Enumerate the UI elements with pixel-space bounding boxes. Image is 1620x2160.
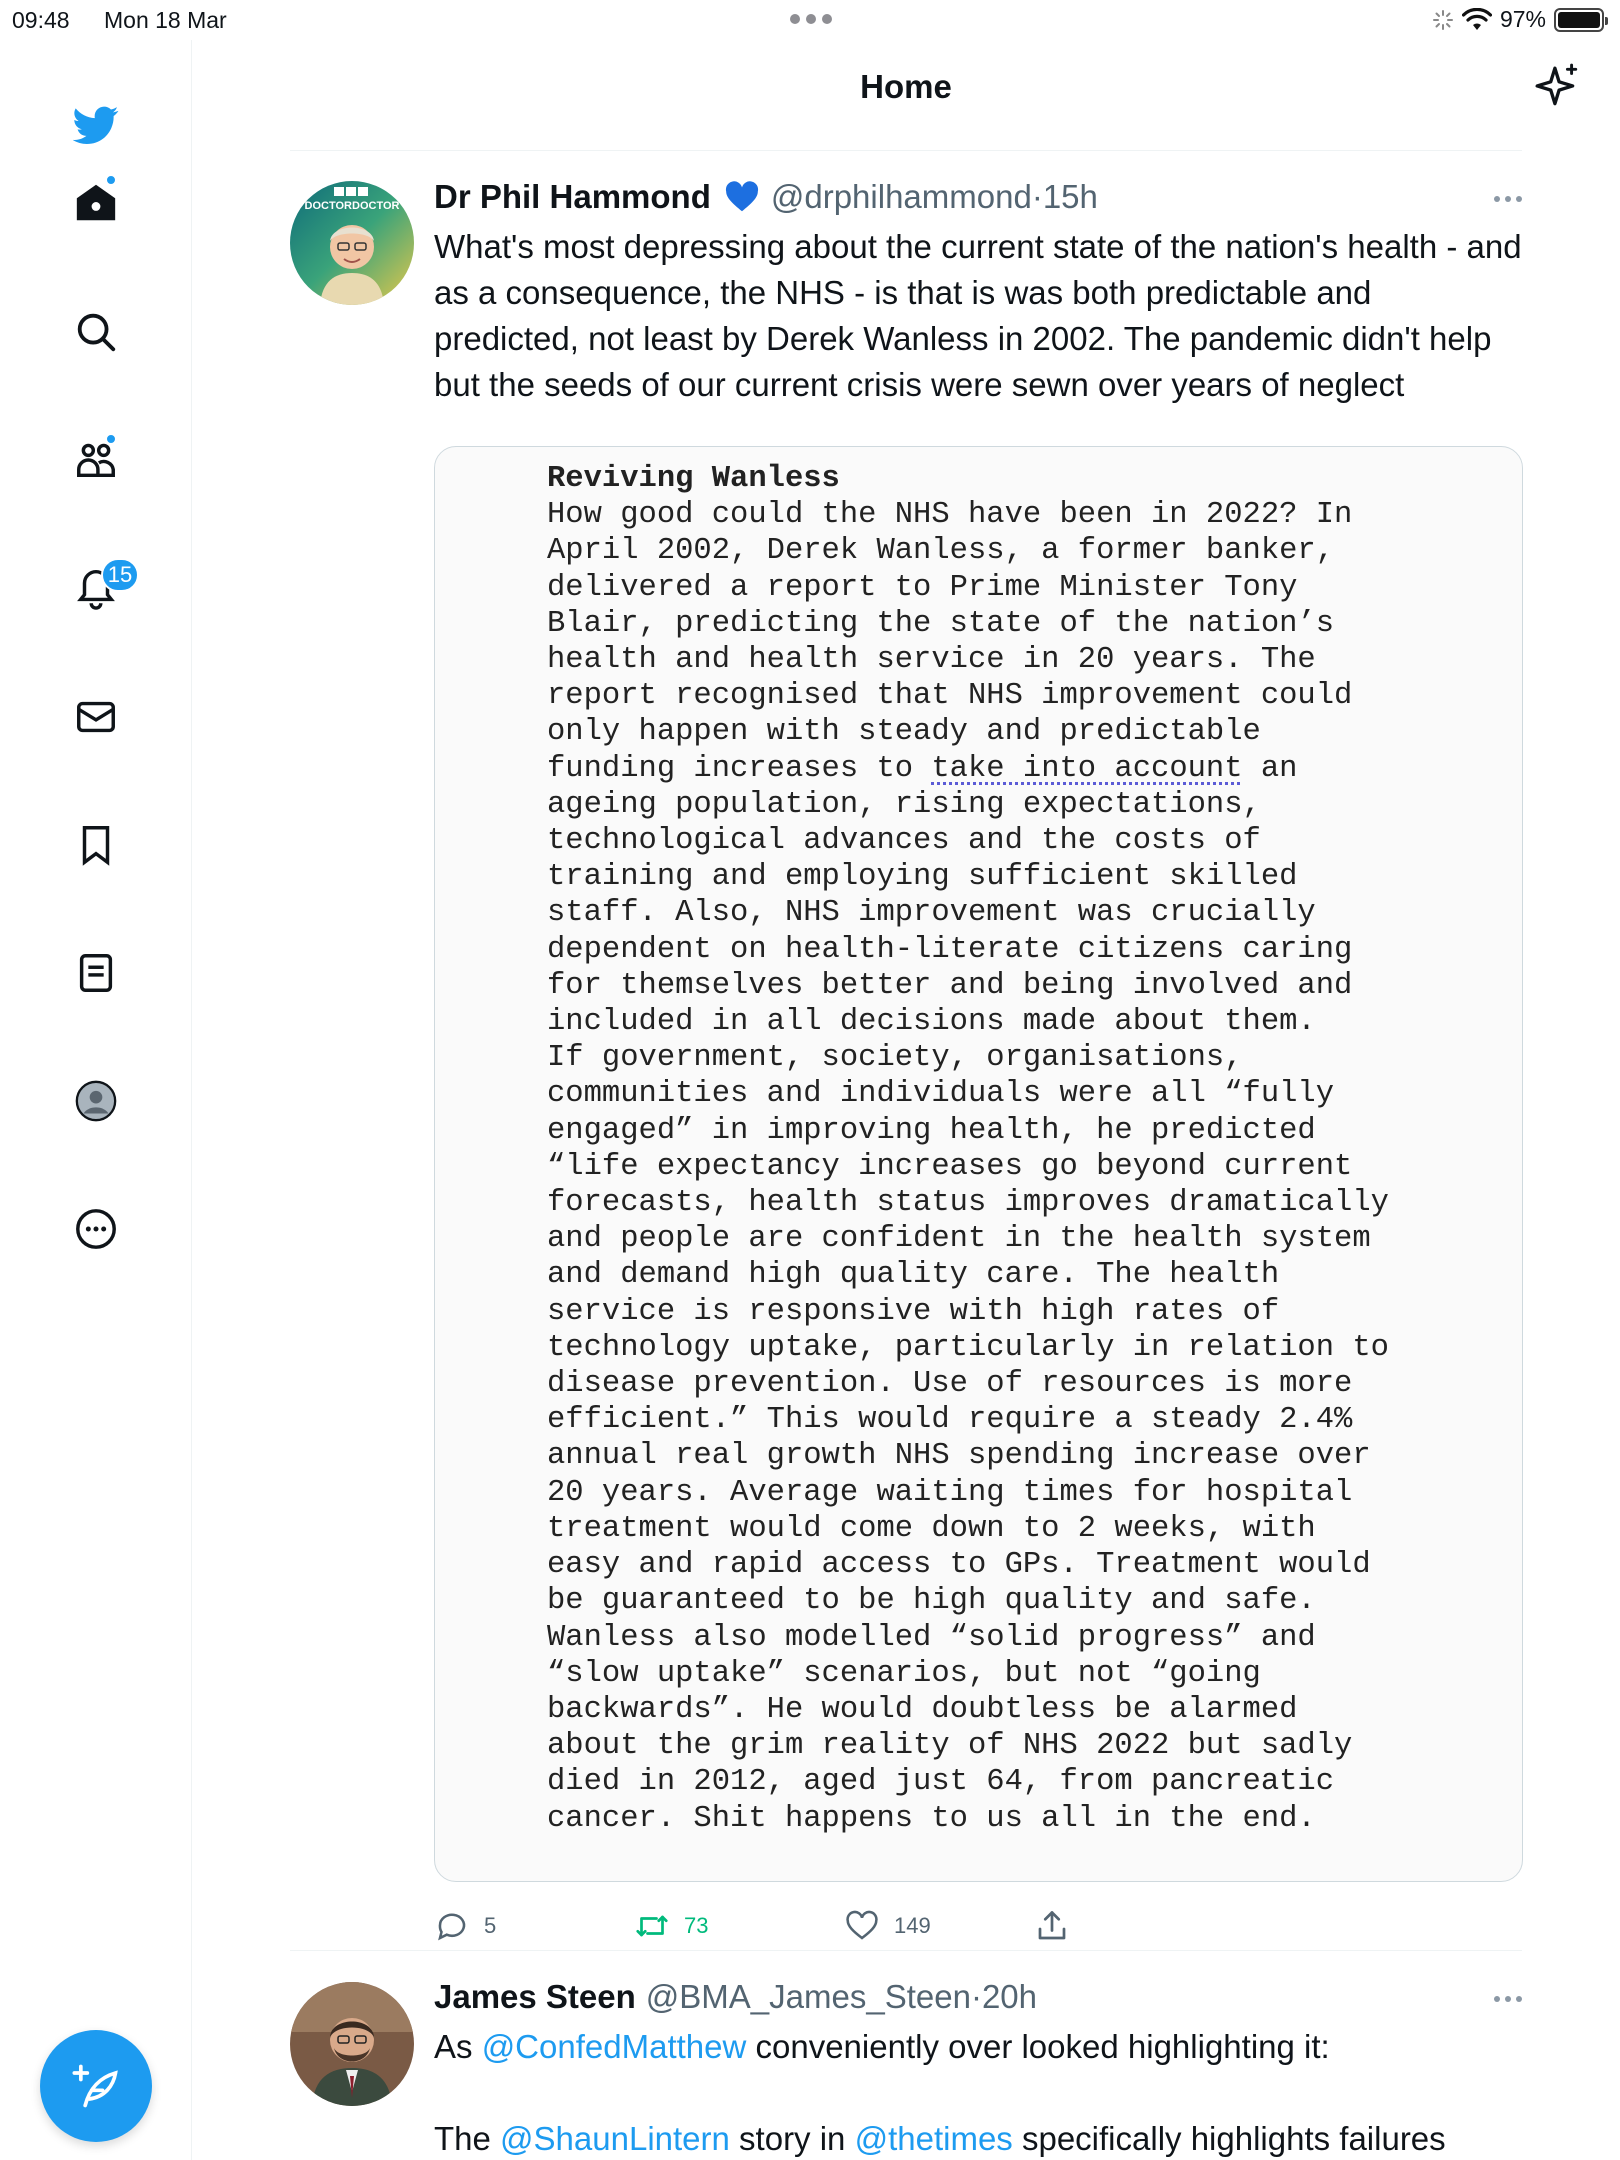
reply-button[interactable]: 5 xyxy=(434,1908,496,1944)
separator-dot: · xyxy=(1031,178,1043,215)
image-body-after: an ageing population, rising expectation… xyxy=(547,751,1389,1836)
author-handle[interactable]: @drphilhammond xyxy=(771,178,1032,216)
lists-icon[interactable] xyxy=(61,938,131,1008)
tweet-header: James Steen @BMA_James_Steen · 20h xyxy=(434,1978,1037,2016)
sidebar: 15 xyxy=(0,40,192,2160)
battery-percentage: 97% xyxy=(1499,6,1546,32)
search-icon[interactable] xyxy=(61,297,131,367)
reply-count: 5 xyxy=(484,1913,497,1938)
heart-icon xyxy=(846,1910,878,1940)
author-name[interactable]: James Steen xyxy=(434,1978,636,2016)
tweet-line: The @ShaunLintern story in @thetimes spe… xyxy=(434,2116,1524,2160)
mention-link[interactable]: @ShaunLintern xyxy=(500,2120,730,2157)
image-text: Reviving Wanless How good could the NHS … xyxy=(547,461,1389,1837)
separator-dot: · xyxy=(970,1978,982,2015)
loading-icon xyxy=(1432,9,1453,30)
page-title: Home xyxy=(860,68,952,105)
avatar-logo-text: DOCTORDOCTOR xyxy=(305,200,400,212)
tweet-text: What's most depressing about the current… xyxy=(434,228,1522,403)
author-name[interactable]: Dr Phil Hammond xyxy=(434,178,711,216)
share-button[interactable] xyxy=(1034,1908,1070,1944)
mention-link[interactable]: @ConfedMatthew xyxy=(482,2028,747,2065)
more-options-icon[interactable] xyxy=(1494,196,1522,202)
text-fragment: specifically highlights failures xyxy=(1012,2120,1446,2157)
avatar[interactable]: DOCTORDOCTOR xyxy=(290,181,414,305)
author-handle[interactable]: @BMA_James_Steen xyxy=(646,1978,971,2016)
twitter-logo-icon[interactable] xyxy=(61,90,131,160)
messages-icon[interactable] xyxy=(61,682,131,752)
sparkle-icon[interactable] xyxy=(1532,62,1582,112)
reply-icon xyxy=(438,1913,466,1941)
communities-icon[interactable] xyxy=(61,425,131,495)
like-count: 149 xyxy=(894,1913,931,1938)
tweet-actions: 5 73 149 xyxy=(434,1908,1434,1956)
retweet-icon xyxy=(636,1915,668,1937)
tweet-image[interactable]: Reviving Wanless How good could the NHS … xyxy=(434,446,1523,1882)
wifi-icon xyxy=(1461,7,1492,30)
share-icon xyxy=(1038,1911,1066,1940)
profile-icon[interactable] xyxy=(61,1066,131,1136)
avatar[interactable] xyxy=(290,1982,414,2106)
home-new-dot xyxy=(105,174,117,186)
tweet-line: As @ConfedMatthew conveniently over look… xyxy=(434,2024,1524,2070)
header-divider xyxy=(290,150,1522,151)
compose-tweet-button[interactable] xyxy=(40,2030,152,2142)
retweet-count: 73 xyxy=(684,1913,709,1938)
tweet-time[interactable]: 20h xyxy=(982,1978,1037,2016)
image-body-before: How good could the NHS have been in 2022… xyxy=(547,498,1353,786)
tweet-text: As @ConfedMatthew conveniently over look… xyxy=(434,2024,1524,2160)
status-bar: 09:48 Mon 18 Mar 97% xyxy=(0,0,1620,40)
text-fragment: story in xyxy=(729,2120,855,2157)
feather-plus-icon xyxy=(72,2064,118,2108)
more-icon[interactable] xyxy=(61,1194,131,1264)
multitasking-dots-icon[interactable] xyxy=(790,8,832,24)
more-options-icon[interactable] xyxy=(1494,1996,1522,2002)
tweet-time[interactable]: 15h xyxy=(1043,178,1098,216)
retweet-button[interactable]: 73 xyxy=(634,1908,708,1944)
notifications-icon[interactable]: 15 xyxy=(61,552,139,622)
image-body-underlined: take into account xyxy=(931,751,1243,786)
image-title: Reviving Wanless xyxy=(547,462,840,496)
battery-icon xyxy=(1554,7,1608,32)
like-button[interactable]: 149 xyxy=(844,1908,931,1944)
tweet-divider xyxy=(290,1950,1522,1951)
status-date: Mon 18 Mar xyxy=(104,7,227,33)
tweet-header: Dr Phil Hammond @drphilhammond · 15h xyxy=(434,178,1098,216)
text-fragment: As xyxy=(434,2028,482,2065)
text-fragment: conveniently over looked highlighting it… xyxy=(746,2028,1330,2065)
communities-new-dot xyxy=(105,433,117,445)
notifications-badge: 15 xyxy=(101,558,139,592)
status-time: 09:48 xyxy=(12,7,70,33)
text-fragment: The xyxy=(434,2120,501,2157)
tweet[interactable]: DOCTORDOCTOR Dr Phil Hammond @drphilhamm… xyxy=(290,178,1523,1941)
home-icon[interactable] xyxy=(61,168,131,238)
verified-heart-icon xyxy=(725,181,758,212)
tweet[interactable]: James Steen @BMA_James_Steen · 20h As @C… xyxy=(290,1978,1522,2160)
bookmarks-icon[interactable] xyxy=(61,810,131,880)
mention-link[interactable]: @thetimes xyxy=(855,2120,1013,2157)
